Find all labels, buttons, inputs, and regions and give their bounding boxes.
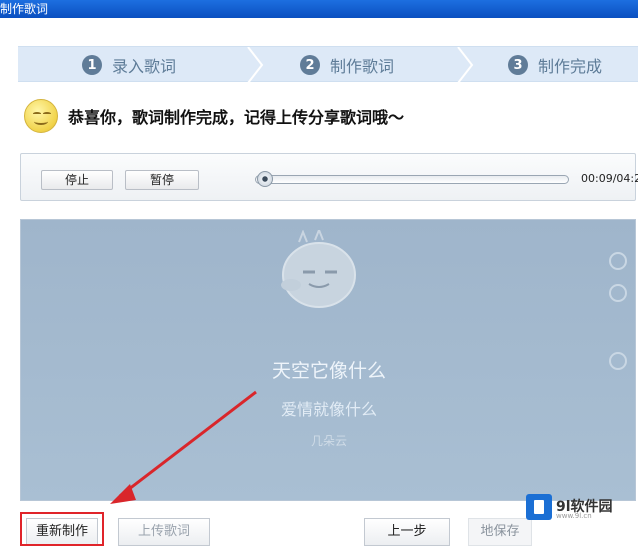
preview-option-icon[interactable]	[609, 252, 627, 270]
step-1-label: 录入歌词	[112, 57, 177, 76]
completion-text: 恭喜你，歌词制作完成，记得上传分享歌词哦～	[68, 108, 405, 127]
step-indicator: 1 录入歌词 2 制作歌词 3 制作完成	[18, 46, 638, 83]
preview-option-icon[interactable]	[609, 284, 627, 302]
completion-message: 恭喜你，歌词制作完成，记得上传分享歌词哦～	[24, 98, 404, 134]
window-titlebar: 制作歌词	[0, 0, 638, 18]
watermark-logo-icon	[526, 494, 552, 520]
watermark-url: www.9l.cn	[556, 512, 592, 520]
step-1: 1 录入歌词	[82, 47, 176, 83]
save-local-button[interactable]: 地保存	[468, 518, 532, 546]
pause-button[interactable]: 暂停	[125, 170, 199, 190]
mascot-icon	[281, 230, 356, 308]
lyric-preview: 天空它像什么 爱情就像什么 几朵云	[20, 219, 636, 501]
lyric-line-following: 几朵云	[310, 434, 347, 448]
highlight-box	[20, 512, 104, 546]
step-separator-icon	[247, 47, 264, 83]
upload-lyrics-button[interactable]: 上传歌词	[118, 518, 210, 546]
step-3-label: 制作完成	[538, 57, 603, 76]
progress-slider[interactable]	[255, 171, 569, 187]
step-3: 3 制作完成	[508, 47, 602, 83]
progress-knob[interactable]	[257, 171, 274, 187]
step-2-label: 制作歌词	[330, 57, 395, 76]
player-bar: 停止 暂停 00:09/04:24	[20, 153, 638, 201]
window-title: 制作歌词	[0, 2, 49, 16]
step-separator-icon	[457, 47, 474, 83]
step-3-number: 3	[508, 55, 528, 75]
step-1-number: 1	[82, 55, 102, 75]
step-2-number: 2	[300, 55, 320, 75]
lyric-line-next: 爱情就像什么	[280, 400, 377, 419]
smiley-icon	[24, 99, 58, 133]
playback-time: 00:09/04:24	[581, 172, 638, 185]
previous-step-button[interactable]: 上一步	[364, 518, 450, 546]
stop-button[interactable]: 停止	[41, 170, 113, 190]
step-2: 2 制作歌词	[300, 47, 394, 83]
lyric-line-current: 天空它像什么	[271, 360, 386, 382]
